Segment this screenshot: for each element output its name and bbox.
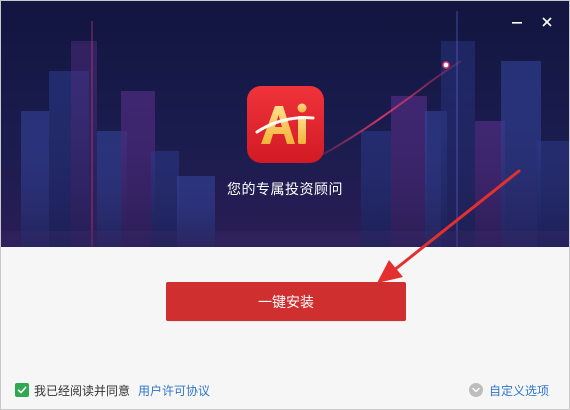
custom-options-label: 自定义选项	[488, 383, 549, 398]
agree-label: 我已经阅读并同意	[34, 383, 131, 398]
agree-checkbox[interactable]	[15, 383, 29, 397]
close-icon	[542, 17, 552, 27]
custom-options-toggle[interactable]: 自定义选项	[468, 382, 549, 398]
minimize-icon	[512, 22, 522, 24]
agreement-row: 我已经阅读并同意 用户许可协议	[15, 382, 210, 398]
hero-banner: 您的专属投资顾问	[1, 1, 569, 247]
chevron-down-icon	[468, 383, 483, 397]
check-icon	[17, 386, 27, 394]
close-button[interactable]	[536, 11, 558, 33]
installer-window: 您的专属投资顾问 一键安装 我已经阅读并同意 用户许可协议 自定义选项	[0, 0, 570, 410]
ai-app-logo-icon	[247, 86, 324, 163]
tagline: 您的专属投资顾问	[227, 182, 343, 198]
minimize-button[interactable]	[506, 11, 528, 33]
one-click-install-button[interactable]: 一键安装	[166, 282, 406, 321]
license-agreement-link[interactable]: 用户许可协议	[138, 382, 210, 399]
